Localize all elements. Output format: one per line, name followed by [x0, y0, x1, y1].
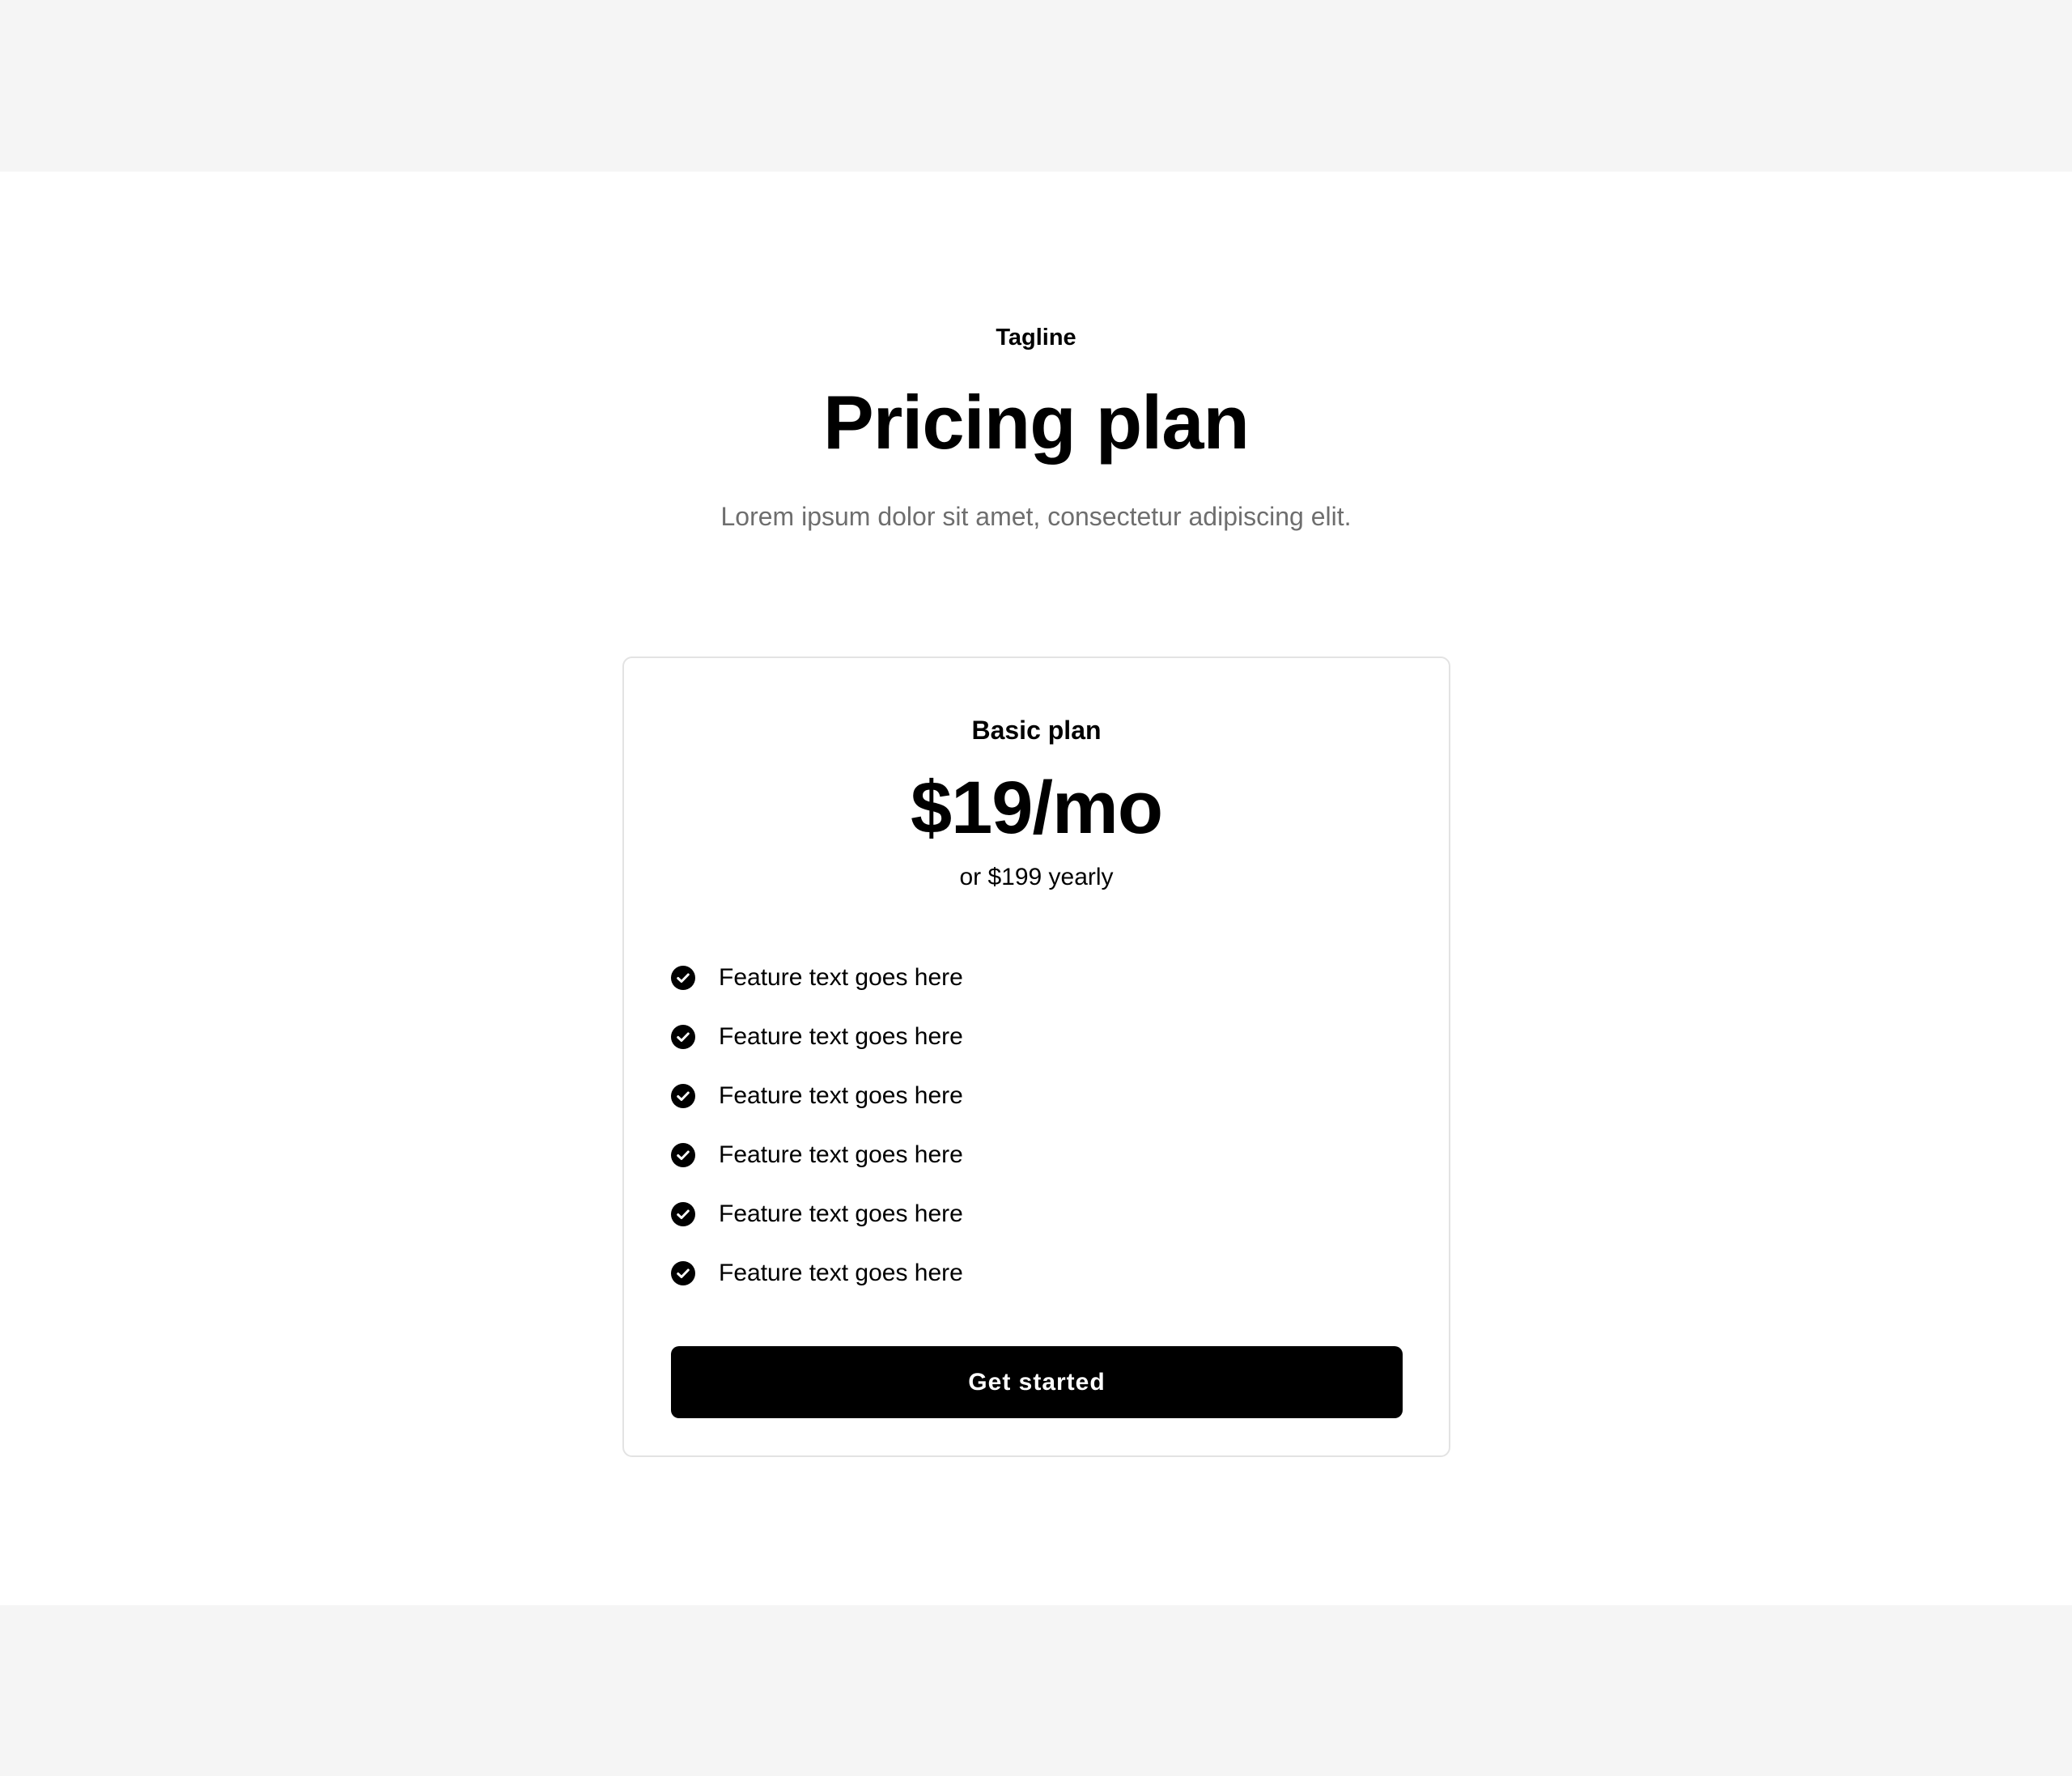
- check-circle-icon: [671, 1201, 695, 1226]
- plan-price: $19/mo: [910, 767, 1163, 849]
- pricing-section: Tagline Pricing plan Lorem ipsum dolor s…: [0, 172, 2072, 1605]
- plan-yearly-price: or $199 yearly: [959, 864, 1114, 890]
- feature-item: Feature text goes here: [671, 1184, 1399, 1243]
- feature-item: Feature text goes here: [671, 1007, 1399, 1066]
- feature-label: Feature text goes here: [719, 1200, 963, 1227]
- feature-item: Feature text goes here: [671, 1066, 1399, 1125]
- check-circle-icon: [671, 965, 695, 990]
- check-circle-icon: [671, 1083, 695, 1108]
- check-circle-icon: [671, 1024, 695, 1049]
- plan-name: Basic plan: [971, 716, 1102, 745]
- feature-label: Feature text goes here: [719, 1081, 963, 1109]
- get-started-button[interactable]: Get started: [671, 1346, 1403, 1418]
- page-top-band: [0, 0, 2072, 172]
- feature-label: Feature text goes here: [719, 1022, 963, 1050]
- feature-list: Feature text goes here Feature text goes…: [671, 948, 1399, 1302]
- feature-label: Feature text goes here: [719, 963, 963, 991]
- feature-item: Feature text goes here: [671, 1125, 1399, 1184]
- feature-label: Feature text goes here: [719, 1141, 963, 1168]
- tagline: Tagline: [996, 325, 1076, 351]
- feature-label: Feature text goes here: [719, 1259, 963, 1286]
- check-circle-icon: [671, 1260, 695, 1285]
- feature-item: Feature text goes here: [671, 1243, 1399, 1302]
- page-subtitle: Lorem ipsum dolor sit amet, consectetur …: [720, 502, 1352, 531]
- feature-item: Feature text goes here: [671, 948, 1399, 1007]
- page-title: Pricing plan: [823, 380, 1250, 465]
- pricing-card: Basic plan $19/mo or $199 yearly Feature…: [622, 656, 1450, 1457]
- check-circle-icon: [671, 1142, 695, 1167]
- page-bottom-band: [0, 1605, 2072, 1776]
